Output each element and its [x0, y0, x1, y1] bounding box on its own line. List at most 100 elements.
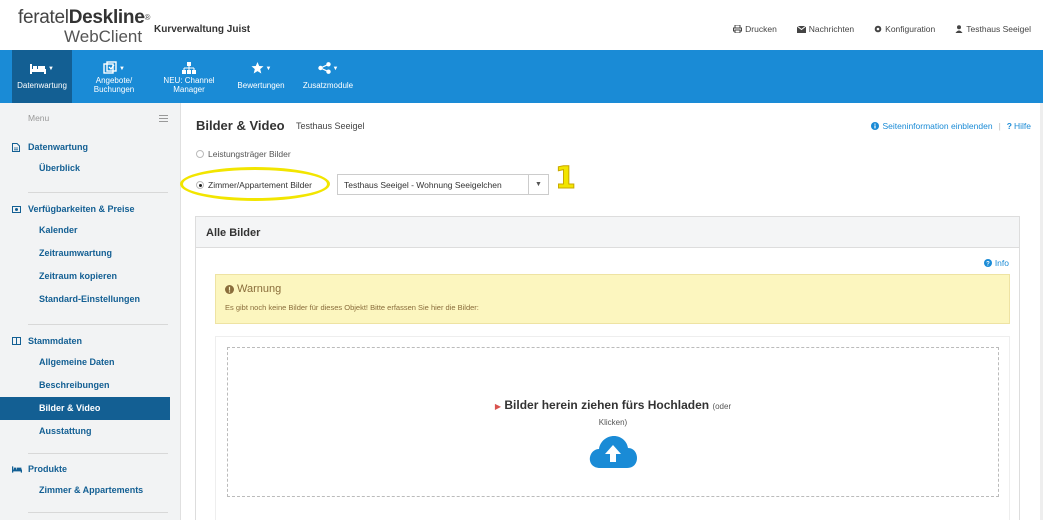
dropzone-title-label: Bilder herein ziehen fürs Hochladen — [504, 398, 710, 412]
question-icon: ? — [1006, 121, 1012, 131]
top-header: feratelDeskline® WebClient Kurverwaltung… — [0, 0, 1043, 50]
nav-bewertungen[interactable]: ▼ Bewertungen — [233, 50, 289, 103]
warning-text: Es gibt noch keine Bilder für dieses Obj… — [225, 303, 479, 312]
money-icon — [12, 205, 21, 213]
sidebar-item-kalender[interactable]: Kalender — [0, 219, 181, 242]
nav-manager-label: Manager — [173, 85, 205, 94]
help-link[interactable]: ? Hilfe — [1007, 121, 1031, 131]
sidebar-item-bilder-video[interactable]: Bilder & Video — [0, 397, 170, 420]
sidebar-group-title: Verfügbarkeiten & Preise — [0, 199, 181, 219]
sidebar-item-zeitraumwartung[interactable]: Zeitraumwartung — [0, 242, 181, 265]
sidebar-item-zeitraum-kopieren[interactable]: Zeitraum kopieren — [0, 265, 181, 288]
sidebar-group-title-label: Datenwartung — [28, 142, 89, 152]
svg-text:?: ? — [986, 261, 990, 267]
info-circle-icon — [871, 122, 880, 130]
nav-angebote-buchungen[interactable]: ▼ Angebote/ Buchungen — [86, 50, 142, 103]
envelope-icon — [796, 25, 806, 33]
sidebar-group-title: Datenwartung — [0, 137, 181, 157]
caret-right-icon: ▶ — [494, 402, 502, 411]
sidebar-group-stammdaten: Stammdaten Allgemeine Daten Beschreibung… — [0, 331, 181, 443]
chevron-down-icon: ▼ — [265, 66, 272, 72]
star-icon — [251, 62, 264, 74]
sidebar-group-title: Produkte — [0, 459, 181, 479]
room-select[interactable]: Testhaus Seeigel - Wohnung Seeigelchen ▼ — [337, 174, 549, 195]
page-title: Bilder & Video — [196, 118, 285, 133]
print-icon — [733, 25, 743, 33]
page-subtitle: Testhaus Seeigel — [296, 121, 365, 131]
feratel-logo[interactable]: feratelDeskline® WebClient — [18, 7, 151, 46]
user-icon — [955, 25, 963, 33]
sidebar-item-beschreibungen[interactable]: Beschreibungen — [0, 374, 181, 397]
chevron-down-icon: ▼ — [119, 66, 125, 72]
sidebar-item-zimmer-appartements[interactable]: Zimmer & Appartements — [0, 479, 181, 502]
annotation-number: 1 — [555, 161, 577, 196]
sitemap-icon — [182, 62, 196, 74]
columns-icon — [12, 337, 21, 345]
chevron-down-icon: ▼ — [48, 66, 54, 72]
sidebar-group-title: Stammdaten — [0, 331, 181, 351]
sidebar-group-produkte: Produkte Zimmer & Appartements — [0, 459, 181, 502]
user-label: Testhaus Seeigel — [966, 24, 1031, 34]
sidebar-item-allgemeine-daten[interactable]: Allgemeine Daten — [0, 351, 181, 374]
nav-angebote-label: Angebote/ — [95, 76, 133, 85]
main-navigation: ▼ Datenwartung ▼ Angebote/ Buchungen NEU… — [0, 50, 1043, 103]
bed-icon — [30, 64, 47, 74]
sidebar: Menu Datenwartung Überblick Verfügbarkei… — [0, 103, 181, 520]
offers-icon — [103, 61, 117, 74]
sidebar-divider — [28, 512, 168, 513]
room-select-value: Testhaus Seeigel - Wohnung Seeigelchen — [344, 179, 502, 190]
sidebar-item-standard-einstellungen[interactable]: Standard-Einstellungen — [0, 288, 181, 311]
radio-leistungstraeger-bilder[interactable]: Leistungsträger Bilder — [196, 149, 291, 159]
configuration-link[interactable]: Konfiguration — [874, 24, 935, 34]
nav-channel-manager[interactable]: NEU: Channel Manager — [148, 50, 230, 103]
panel-title: Alle Bilder — [206, 227, 261, 239]
logo-text-deskline: Deskline — [68, 7, 145, 28]
radio-button[interactable] — [196, 150, 204, 158]
warning-title-label: Warnung — [237, 283, 282, 295]
warning-alert: Warnung Es gibt noch keine Bilder für di… — [215, 274, 1010, 324]
nav-channel-label: NEU: Channel — [163, 76, 215, 85]
sidebar-divider — [28, 324, 168, 325]
sidebar-menu-header: Menu — [0, 103, 180, 133]
messages-link[interactable]: Nachrichten — [796, 24, 855, 34]
gear-icon — [874, 25, 882, 33]
sidebar-group-datenwartung: Datenwartung Überblick — [0, 137, 181, 180]
nav-zusatzmodule-label: Zusatzmodule — [302, 81, 354, 90]
cloud-upload-icon[interactable] — [588, 434, 638, 470]
dropzone-title-small: (oder — [712, 402, 732, 411]
upload-dropzone[interactable]: ▶ Bilder herein ziehen fürs Hochladen (o… — [227, 347, 999, 497]
user-link[interactable]: Testhaus Seeigel — [955, 24, 1031, 34]
help-separator: | — [998, 121, 1001, 131]
panel-body: ? Info Warnung Es gibt noch keine Bilder… — [196, 247, 1019, 520]
sidebar-group-title-label: Stammdaten — [28, 336, 83, 346]
dropzone-subtitle: Klicken) — [598, 418, 628, 427]
exclamation-circle-icon — [225, 284, 234, 294]
nav-datenwartung-label: Datenwartung — [17, 81, 67, 90]
sidebar-menu-label: Menu — [28, 113, 50, 123]
nav-bewertungen-label: Bewertungen — [237, 81, 285, 90]
logo-registered: ® — [144, 13, 151, 22]
configuration-label: Konfiguration — [885, 24, 936, 34]
nav-buchungen-label: Buchungen — [93, 85, 135, 94]
chevron-down-icon[interactable]: ▼ — [528, 175, 548, 194]
sidebar-group-title-label: Verfügbarkeiten & Preise — [28, 204, 135, 214]
organization-name: Kurverwaltung Juist — [154, 24, 251, 35]
messages-label: Nachrichten — [808, 24, 855, 34]
annotation-highlight-ellipse — [180, 167, 330, 201]
sidebar-divider — [28, 453, 168, 454]
document-icon — [12, 142, 20, 152]
nav-zusatzmodule[interactable]: ▼ Zusatzmodule — [294, 50, 362, 103]
sidebar-item-ausstattung[interactable]: Ausstattung — [0, 420, 181, 443]
print-label: Drucken — [745, 24, 777, 34]
hamburger-icon[interactable] — [159, 114, 168, 122]
show-page-info-link[interactable]: Seiteninformation einblenden — [871, 121, 993, 131]
sidebar-group-title-label: Produkte — [28, 464, 68, 474]
show-page-info-label: Seiteninformation einblenden — [882, 121, 993, 131]
question-circle-icon: ? — [983, 259, 992, 267]
sidebar-item-ueberblick[interactable]: Überblick — [0, 157, 181, 180]
print-link[interactable]: Drucken — [733, 24, 777, 34]
upload-container: ▶ Bilder herein ziehen fürs Hochladen (o… — [215, 336, 1010, 520]
info-link[interactable]: ? Info — [983, 258, 1009, 268]
share-icon — [317, 62, 331, 74]
nav-datenwartung[interactable]: ▼ Datenwartung — [12, 50, 72, 103]
